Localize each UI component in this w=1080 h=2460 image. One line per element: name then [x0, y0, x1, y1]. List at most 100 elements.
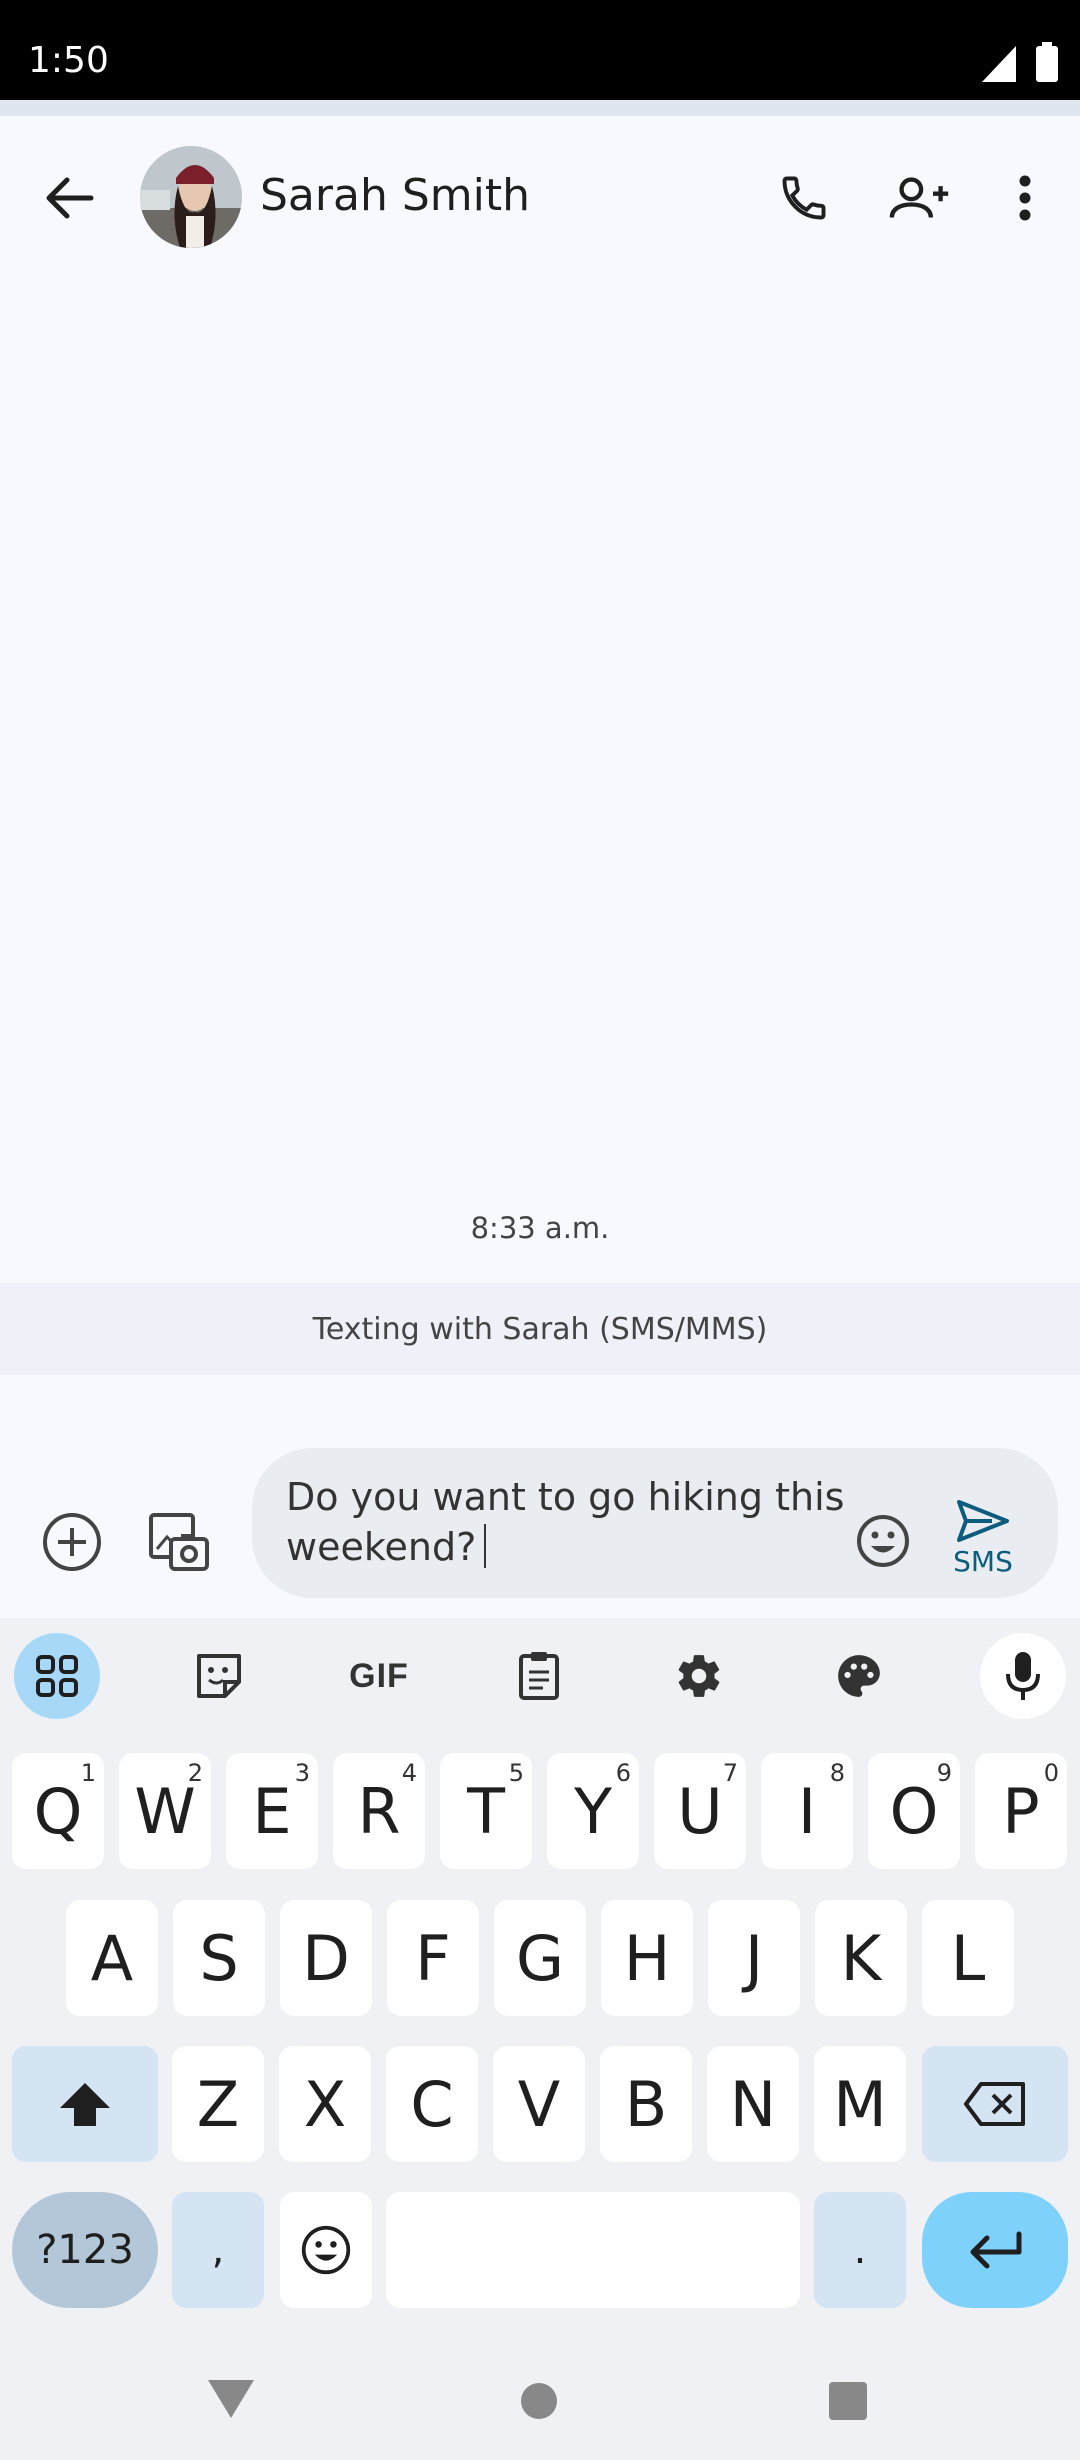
key-o[interactable]: O9 — [868, 1753, 960, 1869]
key-hint: 5 — [508, 1759, 524, 1787]
space-key[interactable] — [386, 2192, 800, 2308]
key-hint: 9 — [936, 1759, 952, 1787]
back-arrow-icon — [46, 177, 94, 219]
voice-input-button[interactable] — [980, 1633, 1066, 1719]
key-label: Y — [574, 1774, 612, 1848]
period-key[interactable]: . — [814, 2192, 906, 2308]
text-cursor — [484, 1524, 487, 1568]
more-vert-icon — [1019, 175, 1031, 221]
key-j[interactable]: J — [708, 1900, 800, 2016]
comma-key[interactable]: , — [172, 2192, 264, 2308]
key-y[interactable]: Y6 — [547, 1753, 639, 1869]
message-input[interactable]: Do you want to go hiking this weekend? — [286, 1472, 846, 1572]
nav-home-icon[interactable] — [520, 2382, 558, 2420]
key-hint: 8 — [829, 1759, 845, 1787]
key-label: W — [134, 1774, 196, 1848]
key-hint: 6 — [615, 1759, 631, 1787]
signal-icon — [982, 46, 1016, 82]
add-person-icon — [889, 177, 949, 218]
call-button[interactable] — [766, 160, 842, 236]
emoji-key[interactable] — [280, 2192, 372, 2308]
contact-name[interactable]: Sarah Smith — [260, 170, 530, 221]
key-v[interactable]: V — [493, 2046, 585, 2162]
divider — [0, 100, 1080, 116]
key-label: I — [797, 1774, 817, 1848]
key-label: E — [252, 1774, 292, 1848]
key-hint: 3 — [294, 1759, 310, 1787]
key-g[interactable]: G — [494, 1900, 586, 2016]
battery-icon — [1036, 42, 1058, 82]
key-s[interactable]: S — [173, 1900, 265, 2016]
key-z[interactable]: Z — [172, 2046, 264, 2162]
nav-recents-icon[interactable] — [828, 2382, 868, 2420]
microphone-icon — [1006, 1652, 1040, 1700]
key-r[interactable]: R4 — [333, 1753, 425, 1869]
status-time: 1:50 — [28, 40, 109, 81]
more-options-button[interactable] — [1000, 160, 1050, 236]
key-label: Q — [33, 1774, 83, 1848]
apps-grid-icon — [36, 1655, 78, 1697]
key-f[interactable]: F — [387, 1900, 479, 2016]
emoji-icon — [857, 1515, 909, 1567]
key-label: P — [1002, 1774, 1040, 1848]
sticker-button[interactable] — [176, 1633, 262, 1719]
key-c[interactable]: C — [386, 2046, 478, 2162]
key-t[interactable]: T5 — [440, 1753, 532, 1869]
key-q[interactable]: Q1 — [12, 1753, 104, 1869]
theme-button[interactable] — [816, 1633, 902, 1719]
attach-button[interactable] — [38, 1508, 106, 1576]
sms-info-banner: Texting with Sarah (SMS/MMS) — [0, 1283, 1080, 1375]
key-a[interactable]: A — [66, 1900, 158, 2016]
key-hint: 2 — [187, 1759, 203, 1787]
backspace-icon — [964, 2082, 1025, 2126]
key-m[interactable]: M — [814, 2046, 906, 2162]
backspace-key[interactable] — [922, 2046, 1068, 2162]
send-icon — [957, 1500, 1009, 1542]
key-l[interactable]: L — [922, 1900, 1014, 2016]
key-i[interactable]: I8 — [761, 1753, 853, 1869]
back-button[interactable] — [32, 160, 108, 236]
settings-button[interactable] — [656, 1633, 742, 1719]
key-w[interactable]: W2 — [119, 1753, 211, 1869]
palette-icon — [838, 1655, 880, 1697]
key-label: U — [677, 1774, 723, 1848]
keyboard-apps-button[interactable] — [14, 1633, 100, 1719]
send-button[interactable] — [950, 1496, 1016, 1546]
symbols-key[interactable]: ?123 — [12, 2192, 158, 2308]
message-text-line2: weekend? — [286, 1525, 477, 1569]
key-e[interactable]: E3 — [226, 1753, 318, 1869]
key-x[interactable]: X — [279, 2046, 371, 2162]
add-circle-icon — [43, 1513, 101, 1571]
emoji-button[interactable] — [850, 1508, 916, 1574]
gallery-button[interactable] — [144, 1506, 214, 1576]
message-text-line1: Do you want to go hiking this — [286, 1475, 845, 1519]
avatar[interactable] — [140, 146, 242, 248]
key-k[interactable]: K — [815, 1900, 907, 2016]
enter-key[interactable] — [922, 2192, 1068, 2308]
status-bar — [0, 0, 1080, 100]
gallery-camera-icon — [149, 1513, 209, 1571]
key-h[interactable]: H — [601, 1900, 693, 2016]
add-contact-button[interactable] — [880, 160, 960, 236]
send-mode-label[interactable]: SMS — [948, 1545, 1018, 1578]
key-p[interactable]: P0 — [975, 1753, 1067, 1869]
message-timestamp: 8:33 a.m. — [470, 1211, 610, 1245]
key-label: T — [467, 1774, 505, 1848]
clipboard-icon — [519, 1652, 559, 1700]
key-hint: 7 — [722, 1759, 738, 1787]
gif-button[interactable]: GIF — [336, 1633, 422, 1719]
keyboard — [0, 1618, 1080, 2460]
key-n[interactable]: N — [707, 2046, 799, 2162]
clipboard-button[interactable] — [496, 1633, 582, 1719]
key-d[interactable]: D — [280, 1900, 372, 2016]
phone-icon — [782, 176, 826, 220]
key-label: R — [357, 1774, 401, 1848]
nav-back-icon[interactable] — [208, 2380, 254, 2420]
key-hint: 0 — [1043, 1759, 1059, 1787]
shift-key[interactable] — [12, 2046, 158, 2162]
key-label: O — [889, 1774, 939, 1848]
emoji-key-icon — [301, 2225, 351, 2275]
key-b[interactable]: B — [600, 2046, 692, 2162]
enter-arrow-icon — [970, 2231, 1022, 2269]
key-u[interactable]: U7 — [654, 1753, 746, 1869]
